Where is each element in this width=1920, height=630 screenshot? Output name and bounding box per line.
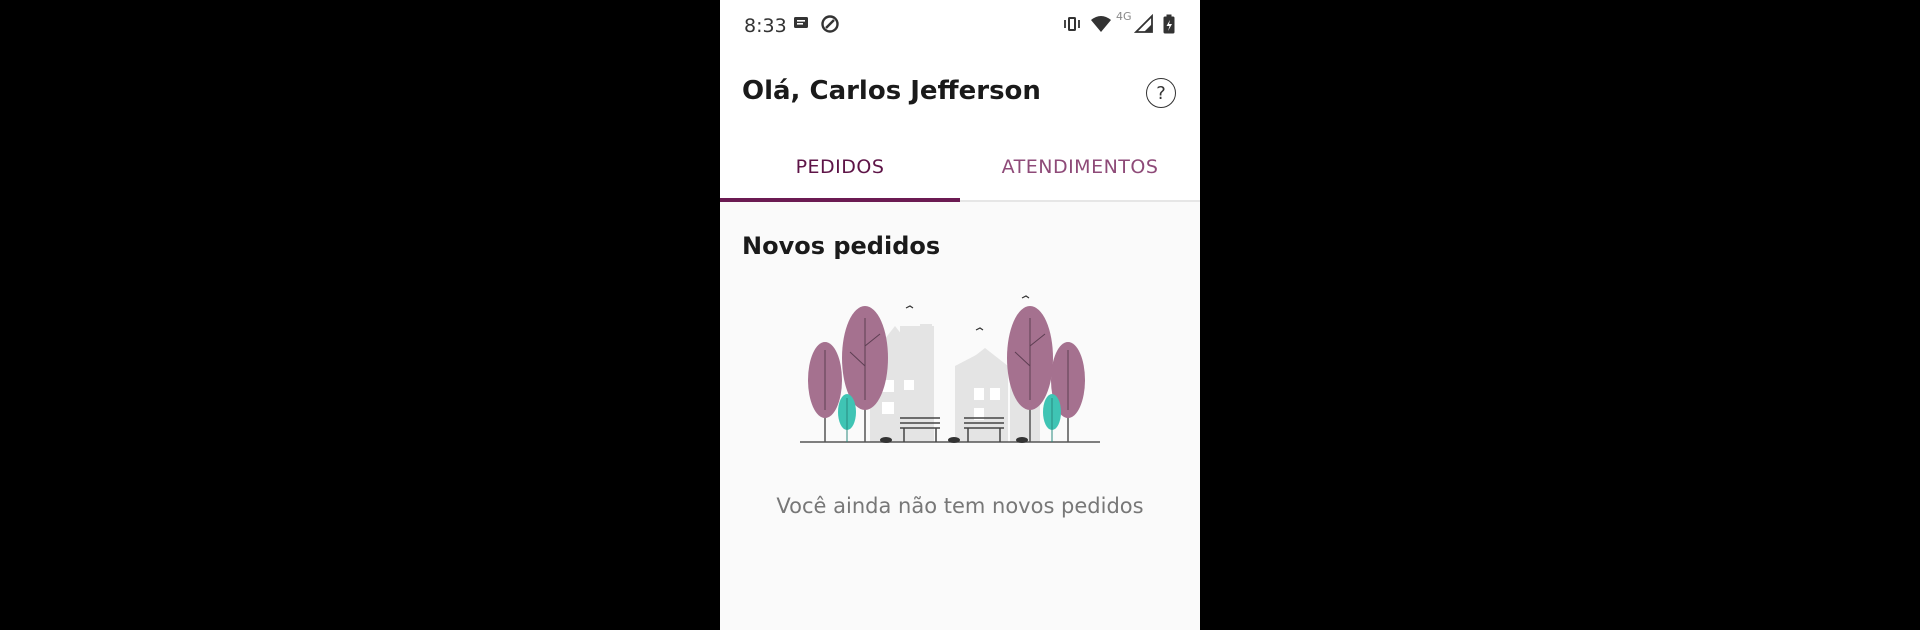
vibrate-icon [1062,14,1082,39]
tab-atendimentos[interactable]: ATENDIMENTOS [960,134,1200,200]
section-title: Novos pedidos [742,232,941,260]
help-icon-glyph: ? [1156,82,1166,104]
greeting-title: Olá, Carlos Jefferson [742,76,1041,106]
network-type: 4G [1116,10,1132,23]
tab-bar: PEDIDOS ATENDIMENTOS [720,134,1200,202]
message-icon [792,14,810,37]
help-icon[interactable]: ? [1146,78,1176,108]
tab-pedidos[interactable]: PEDIDOS [720,134,960,202]
wifi-icon [1090,14,1112,39]
status-time: 8:33 [744,15,787,37]
data-saver-icon [820,14,840,39]
phone-screen: 8:33 4G Olá, Carlos Jefferson ? PEDIDOS … [720,0,1200,630]
battery-icon [1162,14,1176,39]
empty-state-message: Você ainda não tem novos pedidos [776,494,1144,518]
status-bar: 8:33 4G [720,0,1200,52]
app-header: Olá, Carlos Jefferson ? [720,52,1200,134]
signal-icon [1133,13,1154,39]
empty-state-illustration [800,295,1100,443]
